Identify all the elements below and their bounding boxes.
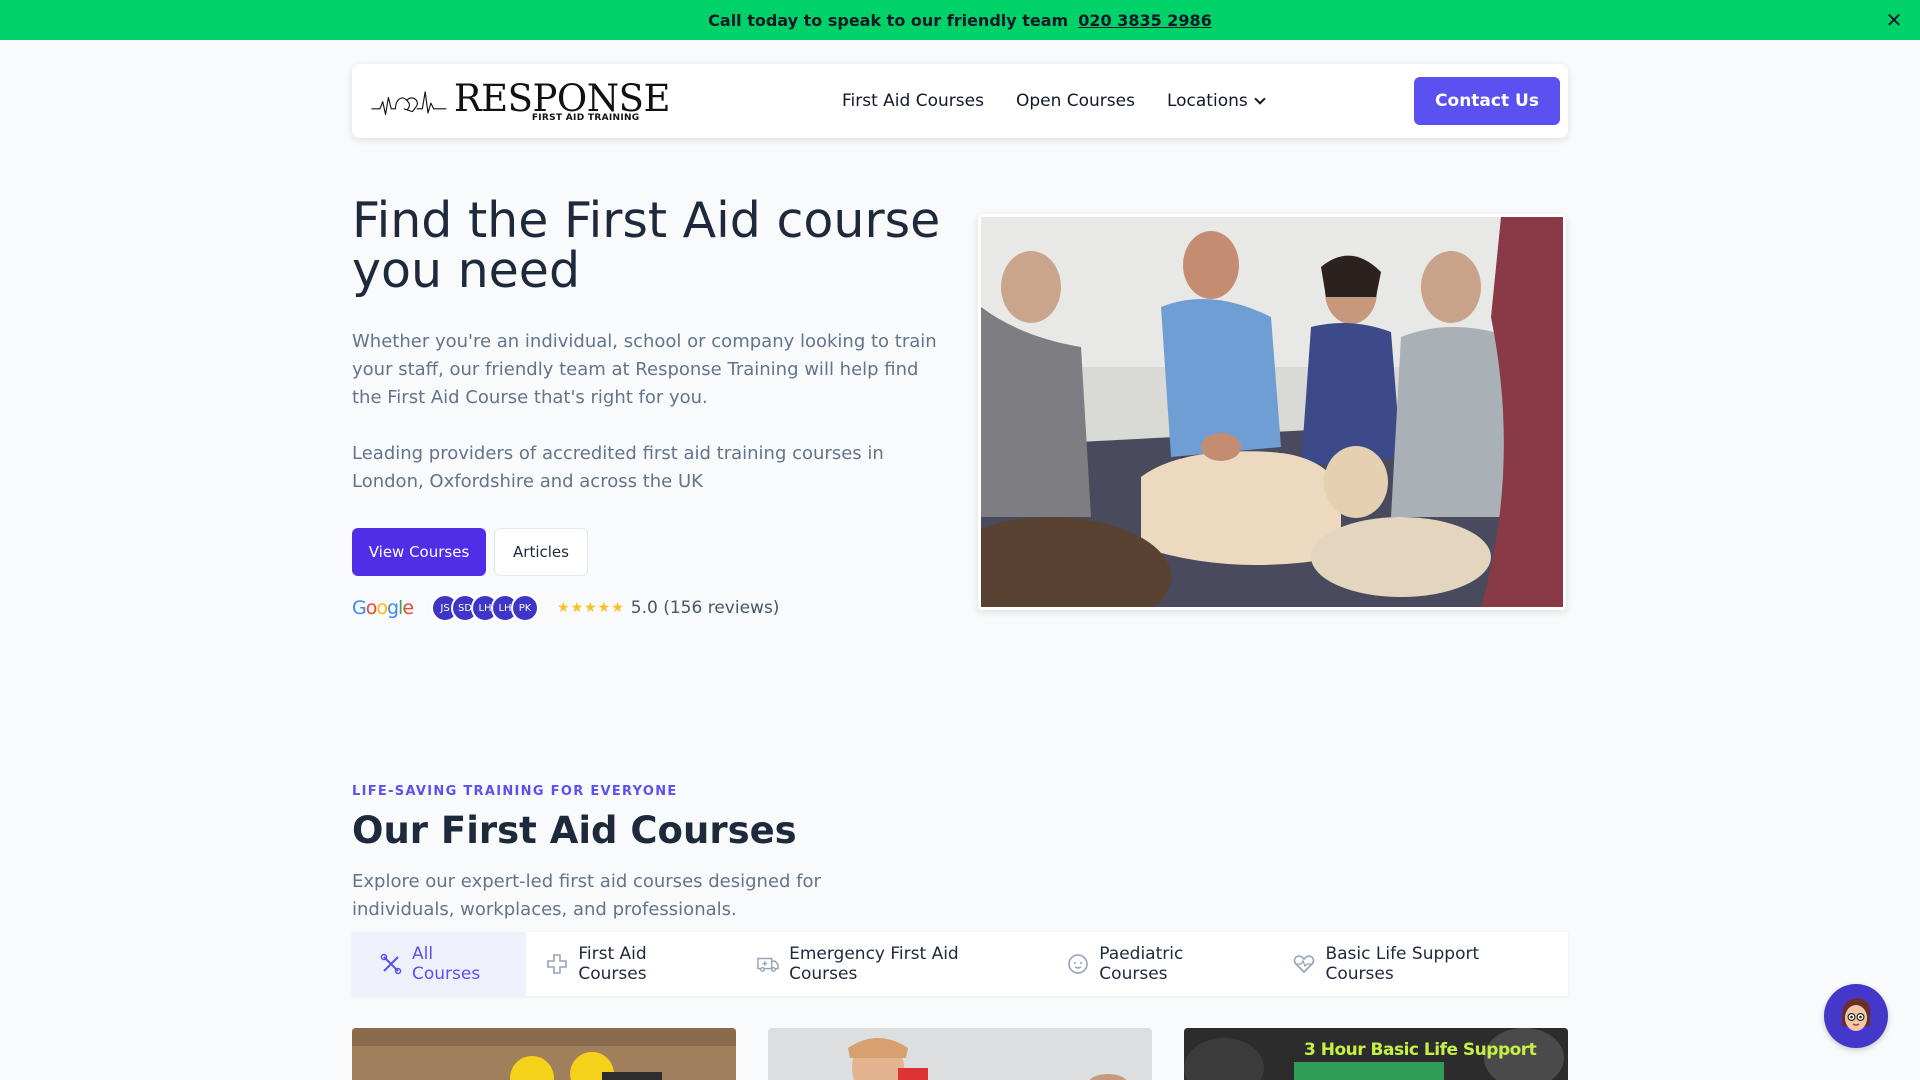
tab-label: First Aid Courses <box>578 944 647 984</box>
section-eyebrow: LIFE-SAVING TRAINING FOR EVERYONE <box>352 784 678 799</box>
google-logo: Google <box>352 597 414 619</box>
rating-text: 5.0 (156 reviews) <box>630 598 780 618</box>
section-title: Our First Aid Courses <box>352 809 797 852</box>
banner-text: Call today to speak to our friendly team <box>708 10 1069 30</box>
heartbeat-logo-icon <box>371 91 447 116</box>
hero-intro: Whether you're an individual, school or … <box>352 331 937 408</box>
hero-title: Find the First Aid course you need <box>352 192 941 299</box>
nav-link-locations-label: Locations <box>1166 91 1248 111</box>
logo-subtitle: FIRST AID TRAINING <box>531 112 640 123</box>
medical-cross-icon <box>546 953 568 975</box>
ambulance-icon <box>757 953 779 975</box>
course-card[interactable] <box>768 1028 1152 1080</box>
course-card[interactable] <box>352 1028 736 1080</box>
tools-icon <box>380 953 402 975</box>
tab-emergency-first-aid-courses[interactable]: Emergency First Aid Courses <box>737 932 1047 996</box>
logo-wordmark: RESPONSE <box>453 76 671 120</box>
tab-paediatric-courses[interactable]: Paediatric Courses <box>1047 932 1273 996</box>
google-reviews[interactable]: Google JS SD LH LH PK ★★★★★ 5.0 (156 rev… <box>352 594 779 622</box>
close-icon[interactable]: ✕ <box>1882 8 1906 32</box>
tab-label: Paediatric Courses <box>1099 944 1184 984</box>
nav-link-first-aid-courses[interactable]: First Aid Courses <box>842 91 984 111</box>
course-card-image <box>768 1028 1152 1080</box>
chevron-down-icon <box>1254 93 1266 105</box>
contact-us-button[interactable]: Contact Us <box>1414 77 1560 125</box>
avatar: PK <box>511 594 540 622</box>
section-description: Explore our expert-led first aid courses… <box>352 871 821 920</box>
tab-all-courses[interactable]: All Courses <box>352 932 527 996</box>
course-card[interactable]: 3 Hour Basic Life Support <box>1184 1028 1568 1080</box>
tab-label: All Courses <box>412 944 481 984</box>
view-courses-button[interactable]: View Courses <box>352 528 486 576</box>
chat-assistant-button[interactable] <box>1824 984 1888 1048</box>
cpr-training-photo <box>981 217 1563 607</box>
chat-avatar-icon <box>1834 994 1878 1038</box>
announcement-banner: Call today to speak to our friendly team… <box>0 0 1920 40</box>
banner-phone-link[interactable]: 020 3835 2986 <box>1078 11 1212 30</box>
articles-button[interactable]: Articles <box>494 528 588 576</box>
star-rating-icon: ★★★★★ <box>557 600 625 616</box>
navbar: RESPONSE FIRST AID TRAINING First Aid Co… <box>352 64 1568 138</box>
tab-first-aid-courses[interactable]: First Aid Courses <box>526 932 737 996</box>
reviewer-avatars: JS SD LH LH PK <box>431 594 540 622</box>
heartbeat-icon <box>1293 953 1315 975</box>
course-card-title: 3 Hour Basic Life Support <box>1304 1040 1537 1060</box>
tab-label: Emergency First Aid Courses <box>789 944 959 984</box>
hero-subtext: Leading providers of accredited first ai… <box>352 443 884 492</box>
course-tabs: All Courses First Aid Courses Emergency … <box>352 932 1568 996</box>
hero-image <box>978 214 1566 610</box>
logo[interactable]: RESPONSE FIRST AID TRAINING <box>370 76 671 126</box>
nav-link-open-courses[interactable]: Open Courses <box>1016 91 1135 111</box>
course-card-image <box>352 1028 736 1080</box>
baby-face-icon <box>1067 953 1089 975</box>
nav-link-locations[interactable]: Locations <box>1166 91 1266 111</box>
nav-links: First Aid Courses Open Courses Locations <box>842 91 1266 111</box>
tab-label: Basic Life Support Courses <box>1325 944 1480 984</box>
tab-basic-life-support-courses[interactable]: Basic Life Support Courses <box>1273 932 1568 996</box>
